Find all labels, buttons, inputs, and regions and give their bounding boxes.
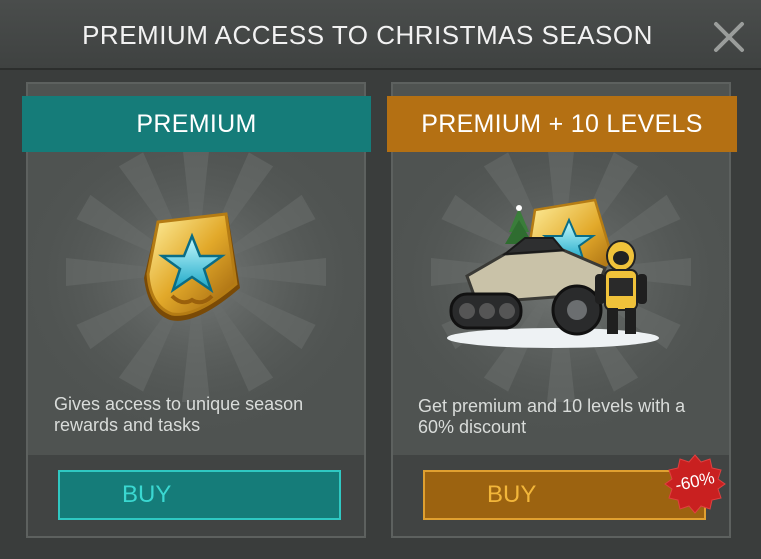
premium-offer-title: PREMIUM [22, 96, 371, 152]
buy-premium-button[interactable]: BUY [58, 470, 341, 520]
description-line: Get premium and 10 levels with a [418, 396, 686, 416]
discount-badge: -60% [664, 453, 726, 515]
premium-badge-icon [144, 212, 240, 321]
close-icon[interactable] [710, 18, 748, 56]
premium-vehicle-bundle-icon [447, 198, 659, 348]
description-line: Gives access to unique season [54, 394, 304, 414]
premium-offer-description: Gives access to unique season rewards an… [54, 394, 354, 436]
dialog-header: PREMIUM ACCESS TO CHRISTMAS SEASON [0, 0, 761, 70]
description-line: rewards and tasks [54, 415, 201, 435]
premium-plus-levels-description: Get premium and 10 levels with a 60% dis… [418, 396, 718, 438]
premium-plus-levels-title: PREMIUM + 10 LEVELS [387, 96, 737, 152]
description-line: 60% discount [418, 417, 527, 437]
dialog-title: PREMIUM ACCESS TO CHRISTMAS SEASON [82, 20, 653, 50]
